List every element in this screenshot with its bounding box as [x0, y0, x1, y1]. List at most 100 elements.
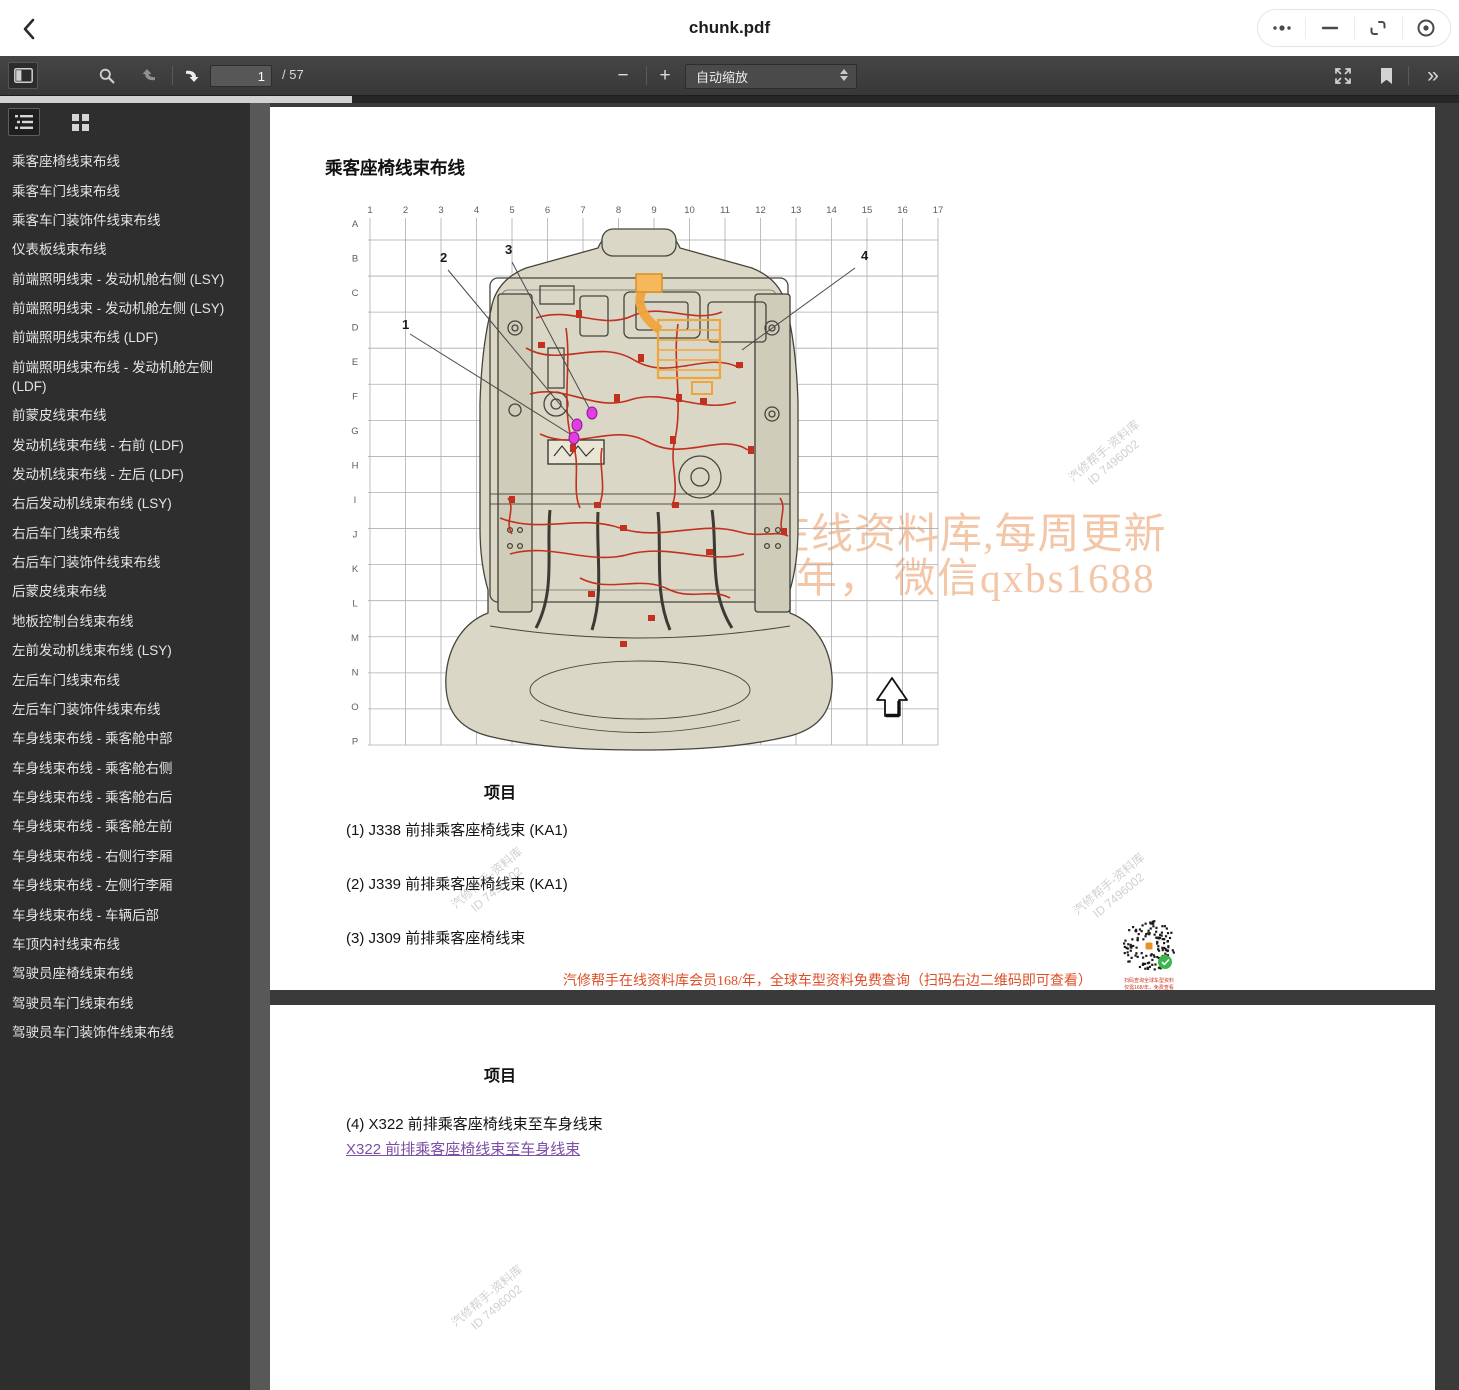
sidebar-outline-item[interactable]: 车身线束布线 - 乘客舱中部 [12, 724, 240, 753]
svg-text:C: C [352, 288, 359, 299]
harness-item: (2) J339 前排乘客座椅线束 (KA1) [346, 873, 568, 894]
svg-text:1: 1 [402, 317, 409, 332]
bookmark-icon [1379, 67, 1394, 85]
sidebar-outline-item[interactable]: 车身线束布线 - 车辆后部 [12, 900, 240, 929]
zoom-in-button[interactable]: + [650, 62, 680, 89]
search-button[interactable] [92, 62, 122, 89]
bookmark-button[interactable] [1371, 62, 1401, 89]
sidebar-outline-item[interactable]: 乘客车门装饰件线束布线 [12, 206, 240, 235]
sidebar-outline-item[interactable]: 后蒙皮线束布线 [12, 577, 240, 606]
diagonal-watermark: 汽修帮手-资料库ID 7496002 [1066, 417, 1153, 497]
sidebar-outline-item[interactable]: 车身线束布线 - 乘客舱左前 [12, 812, 240, 841]
sidebar-toggle-icon [14, 68, 33, 83]
sidebar-outline-item[interactable]: 驾驶员车门线束布线 [12, 989, 240, 1018]
harness-link[interactable]: X322 前排乘客座椅线束至车身线束 [346, 1138, 580, 1159]
sidebar: 乘客座椅线束布线乘客车门线束布线乘客车门装饰件线束布线仪表板线束布线前端照明线束… [0, 103, 250, 1390]
sidebar-outline-item[interactable]: 前端照明线束布线 (LDF) [12, 323, 240, 352]
search-icon [98, 67, 116, 85]
svg-text:13: 13 [791, 205, 802, 216]
plus-icon: + [659, 66, 670, 85]
sidebar-outline-item[interactable]: 地板控制台线束布线 [12, 607, 240, 636]
sidebar-outline-item[interactable]: 驾驶员车门装饰件线束布线 [12, 1018, 240, 1047]
svg-text:11: 11 [720, 205, 730, 216]
harness-item: (3) J309 前排乘客座椅线束 [346, 927, 568, 948]
svg-text:P: P [352, 737, 358, 748]
sidebar-outline-item[interactable]: 乘客座椅线束布线 [12, 147, 240, 176]
sidebar-outline-item[interactable]: 车身线束布线 - 乘客舱右后 [12, 783, 240, 812]
page-number-input[interactable] [210, 65, 272, 87]
select-spinner-icon [840, 69, 848, 81]
next-page-button[interactable] [176, 62, 206, 89]
svg-text:G: G [351, 426, 358, 437]
sidebar-outline-item[interactable]: 发动机线束布线 - 右前 (LDF) [12, 430, 240, 459]
more-tools-button[interactable]: » [1418, 62, 1448, 89]
thumbnails-view-button[interactable] [64, 108, 96, 136]
sidebar-outline-item[interactable]: 左前发动机线束布线 (LSY) [12, 636, 240, 665]
sidebar-outline-item[interactable]: 前端照明线束 - 发动机舱左侧 (LSY) [12, 294, 240, 323]
sidebar-outline-item[interactable]: 左后车门线束布线 [12, 665, 240, 694]
outline-view-button[interactable] [8, 108, 40, 136]
harness-item: (1) J338 前排乘客座椅线束 (KA1) [346, 819, 568, 840]
toolbar-separator [646, 66, 647, 85]
toolbar-separator [172, 66, 173, 85]
fullscreen-expand-icon [1334, 67, 1352, 85]
svg-text:8: 8 [616, 205, 621, 216]
svg-text:12: 12 [755, 205, 766, 216]
more-button[interactable] [1258, 10, 1305, 46]
toolbar-separator [1408, 66, 1409, 85]
item-4-text: (4) X322 前排乘客座椅线束至车身线束 [346, 1113, 603, 1134]
svg-text:4: 4 [861, 248, 869, 263]
pdf-page-1: 乘客座椅线束布线 汽修帮手在线资料库,每周更新 会员仅需168/年， 微信qxb… [270, 107, 1435, 990]
sidebar-outline-item[interactable]: 前端照明线束 - 发动机舱右侧 (LSY) [12, 265, 240, 294]
sidebar-outline-item[interactable]: 右后车门线束布线 [12, 519, 240, 548]
sidebar-toggle-button[interactable] [8, 62, 38, 89]
home-button[interactable] [1403, 10, 1450, 46]
svg-text:2: 2 [440, 250, 447, 265]
target-circle-icon [1415, 17, 1437, 39]
qr-code [1120, 917, 1178, 975]
app-titlebar: chunk.pdf [0, 0, 1459, 56]
sidebar-outline-item[interactable]: 右后发动机线束布线 (LSY) [12, 489, 240, 518]
thumbnails-grid-icon [72, 114, 89, 131]
sidebar-outline-item[interactable]: 乘客车门线束布线 [12, 176, 240, 205]
sidebar-outline-item[interactable]: 前蒙皮线束布线 [12, 401, 240, 430]
svg-text:3: 3 [438, 205, 443, 216]
sidebar-outline-item[interactable]: 车身线束布线 - 左侧行李厢 [12, 871, 240, 900]
sidebar-outline-item[interactable]: 发动机线束布线 - 左后 (LDF) [12, 460, 240, 489]
svg-text:16: 16 [897, 205, 908, 216]
horizontal-scrollbar[interactable] [0, 96, 1459, 103]
svg-text:2: 2 [403, 205, 408, 216]
qr-caption: 扫码查询全球车型资料 仅需168/年，免费查看 [1108, 978, 1190, 991]
fullscreen-button[interactable] [1328, 62, 1358, 89]
sidebar-outline-item[interactable]: 驾驶员座椅线束布线 [12, 959, 240, 988]
horizontal-scrollbar-thumb[interactable] [0, 96, 352, 103]
sidebar-outline-item[interactable]: 车身线束布线 - 乘客舱右侧 [12, 754, 240, 783]
sidebar-outline-item[interactable]: 车顶内衬线束布线 [12, 930, 240, 959]
svg-text:3: 3 [505, 242, 512, 257]
svg-text:10: 10 [684, 205, 695, 216]
previous-page-button[interactable] [134, 62, 164, 89]
zoom-out-button[interactable]: − [608, 62, 638, 89]
page-down-icon [183, 67, 200, 84]
svg-text:4: 4 [474, 205, 479, 216]
sidebar-outline-item[interactable]: 左后车门装饰件线束布线 [12, 695, 240, 724]
page-count-label: / 57 [282, 67, 304, 82]
sidebar-outline-item[interactable]: 右后车门装饰件线束布线 [12, 548, 240, 577]
sidebar-outline-item[interactable]: 仪表板线束布线 [12, 235, 240, 264]
zoom-mode-select[interactable]: 自动缩放 [685, 64, 857, 89]
items-heading: 项目 [484, 779, 516, 803]
minimize-button[interactable] [1306, 10, 1353, 46]
svg-text:15: 15 [862, 205, 873, 216]
page-title: 乘客座椅线束布线 [325, 155, 465, 180]
svg-text:K: K [352, 564, 359, 575]
sidebar-outline-item[interactable]: 车身线束布线 - 右侧行李厢 [12, 842, 240, 871]
sidebar-scrollbar[interactable] [250, 103, 270, 1390]
sidebar-outline-item[interactable]: 前端照明线束布线 - 发动机舱左侧 (LDF) [12, 353, 240, 401]
restore-button[interactable] [1355, 10, 1402, 46]
restore-window-icon [1368, 18, 1388, 38]
svg-text:A: A [352, 219, 359, 230]
pdf-toolbar: / 57 − + 自动缩放 » [0, 56, 1459, 96]
svg-text:9: 9 [651, 205, 656, 216]
svg-text:L: L [352, 599, 357, 610]
svg-text:J: J [353, 530, 358, 541]
